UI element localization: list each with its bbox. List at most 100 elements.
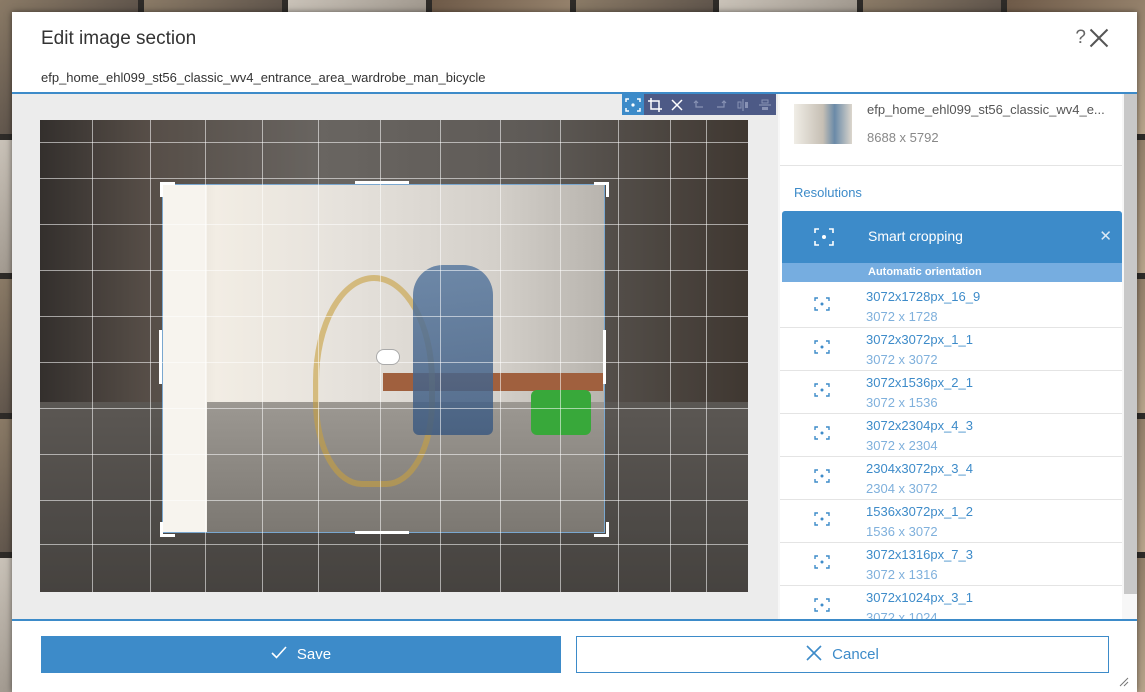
crop-person	[413, 265, 493, 435]
close-icon	[806, 644, 822, 665]
resolution-dimensions: 1536 x 3072	[866, 524, 938, 539]
grid-line	[262, 120, 263, 592]
sidebar-content: efp_home_ehl099_st56_classic_wv4_e... 86…	[780, 94, 1122, 619]
grid-line	[440, 120, 441, 592]
grid-line	[40, 454, 748, 455]
resolution-name: 3072x1728px_16_9	[866, 289, 981, 304]
reset-icon[interactable]	[666, 94, 688, 115]
focus-point-handle[interactable]	[376, 349, 400, 365]
automatic-orientation-label: Automatic orientation	[782, 263, 1122, 282]
crop-target-icon	[814, 598, 830, 617]
grid-line	[706, 120, 707, 592]
crop-icon[interactable]	[644, 94, 666, 115]
flip-vertical-icon[interactable]	[754, 94, 776, 115]
resolution-sidebar: efp_home_ehl099_st56_classic_wv4_e... 86…	[778, 94, 1137, 619]
file-info: efp_home_ehl099_st56_classic_wv4_e... 86…	[780, 94, 1122, 166]
resolution-item[interactable]: 3072x2304px_4_3 3072 x 2304	[780, 414, 1122, 457]
resolution-item[interactable]: 3072x1728px_16_9 3072 x 1728	[780, 285, 1122, 328]
crop-target-icon	[814, 383, 830, 402]
file-name: efp_home_ehl099_st56_classic_wv4_e...	[867, 102, 1105, 117]
resolution-item[interactable]: 3072x1316px_7_3 3072 x 1316	[780, 543, 1122, 586]
footer-divider	[12, 619, 1137, 621]
resolution-name: 3072x1024px_3_1	[866, 590, 973, 605]
image-editor	[12, 94, 778, 619]
resolution-list: 3072x1728px_16_9 3072 x 1728 3072x3072px…	[780, 285, 1122, 619]
resolution-dimensions: 2304 x 3072	[866, 481, 938, 496]
resolution-item[interactable]: 1536x3072px_1_2 1536 x 3072	[780, 500, 1122, 543]
resolution-dimensions: 3072 x 1024	[866, 610, 938, 619]
close-icon[interactable]	[1089, 28, 1109, 48]
grid-line	[40, 316, 748, 317]
resolution-item[interactable]: 3072x1536px_2_1 3072 x 1536	[780, 371, 1122, 414]
resolution-dimensions: 3072 x 1728	[866, 309, 938, 324]
grid-line	[40, 270, 748, 271]
resolution-name: 3072x2304px_4_3	[866, 418, 973, 433]
dialog-filename: efp_home_ehl099_st56_classic_wv4_entranc…	[41, 70, 486, 85]
crop-handle-bottom-left[interactable]	[160, 522, 175, 537]
help-icon[interactable]: ?	[1075, 27, 1086, 49]
crop-target-icon	[814, 469, 830, 488]
cancel-button[interactable]: Cancel	[576, 636, 1109, 673]
grid-line	[618, 120, 619, 592]
file-dimensions: 8688 x 5792	[867, 130, 939, 145]
resize-grip-icon[interactable]	[1119, 674, 1129, 687]
crop-target-icon	[814, 297, 830, 316]
crop-handle-top-right[interactable]	[594, 182, 609, 197]
crop-toolbar	[622, 94, 776, 115]
resolution-dimensions: 3072 x 1316	[866, 567, 938, 582]
crop-handle-top-left[interactable]	[160, 182, 175, 197]
resolution-dimensions: 3072 x 2304	[866, 438, 938, 453]
crop-target-icon	[814, 426, 830, 445]
grid-line	[205, 120, 206, 592]
smart-cropping-item[interactable]: Smart cropping ✕ Automatic orientation	[782, 211, 1122, 282]
smart-crop-icon[interactable]	[622, 94, 644, 115]
grid-line	[40, 224, 748, 225]
crop-target-icon	[814, 340, 830, 359]
smart-cropping-title: Smart cropping	[868, 228, 963, 244]
resolution-item[interactable]: 3072x1024px_3_1 3072 x 1024	[780, 586, 1122, 619]
resolution-item[interactable]: 3072x3072px_1_1 3072 x 3072	[780, 328, 1122, 371]
crop-bag	[531, 390, 591, 435]
sidebar-scrollbar[interactable]	[1124, 94, 1137, 594]
edit-image-dialog: Edit image section ? efp_home_ehl099_st5…	[12, 12, 1137, 692]
grid-line	[500, 120, 501, 592]
resolution-dimensions: 3072 x 3072	[866, 352, 938, 367]
flip-horizontal-icon[interactable]	[732, 94, 754, 115]
grid-line	[40, 408, 748, 409]
grid-line	[150, 120, 151, 592]
resolution-name: 1536x3072px_1_2	[866, 504, 973, 519]
grid-line	[560, 120, 561, 592]
cancel-label: Cancel	[832, 646, 879, 663]
resolution-name: 3072x3072px_1_1	[866, 332, 973, 347]
image-canvas[interactable]	[40, 120, 748, 592]
crop-handle-right[interactable]	[603, 330, 606, 384]
check-icon	[271, 646, 287, 663]
grid-line	[92, 120, 93, 592]
resolutions-heading: Resolutions	[794, 185, 862, 200]
rotate-right-icon[interactable]	[710, 94, 732, 115]
crop-handle-bottom[interactable]	[355, 531, 409, 534]
save-button[interactable]: Save	[41, 636, 561, 673]
rotate-left-icon[interactable]	[688, 94, 710, 115]
crop-handle-top[interactable]	[355, 181, 409, 184]
resolution-item[interactable]: 2304x3072px_3_4 2304 x 3072	[780, 457, 1122, 500]
remove-smart-crop-icon[interactable]: ✕	[1099, 227, 1112, 245]
smart-crop-icon	[814, 228, 834, 251]
crop-target-icon	[814, 512, 830, 531]
grid-line	[318, 120, 319, 592]
resolution-name: 3072x1316px_7_3	[866, 547, 973, 562]
grid-line	[40, 178, 748, 179]
crop-wall	[163, 185, 207, 532]
grid-line	[40, 544, 748, 545]
resolution-dimensions: 3072 x 1536	[866, 395, 938, 410]
file-thumbnail	[794, 104, 852, 144]
grid-line	[40, 500, 748, 501]
save-label: Save	[296, 646, 332, 663]
resolution-name: 2304x3072px_3_4	[866, 461, 973, 476]
grid-line	[670, 120, 671, 592]
grid-line	[40, 142, 748, 143]
dialog-title: Edit image section	[41, 28, 197, 49]
resolution-name: 3072x1536px_2_1	[866, 375, 973, 390]
crop-handle-bottom-right[interactable]	[594, 522, 609, 537]
crop-handle-left[interactable]	[159, 330, 162, 384]
